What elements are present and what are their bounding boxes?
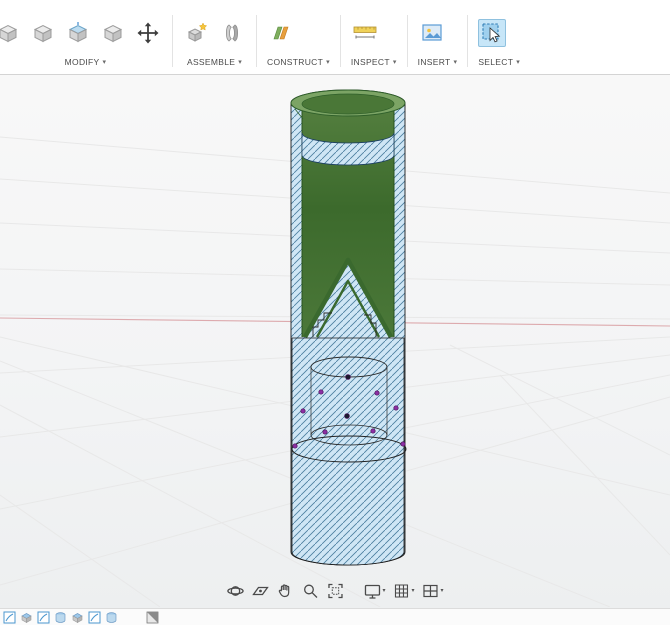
- timeline-extrude-icon[interactable]: [20, 611, 33, 624]
- display-settings-button[interactable]: ▾: [361, 580, 387, 602]
- inspect-menu-button[interactable]: INSPECT ▾: [351, 55, 397, 69]
- orbit-button[interactable]: [224, 580, 246, 602]
- model-top-bore: [302, 94, 394, 114]
- measure-icon[interactable]: [351, 19, 379, 47]
- insert-menu-button[interactable]: INSERT ▾: [418, 55, 458, 69]
- insert-image-icon[interactable]: [418, 19, 446, 47]
- toolbar-group-assemble: ASSEMBLE ▾: [174, 0, 255, 74]
- construct-menu-button[interactable]: CONSTRUCT ▾: [267, 55, 330, 69]
- fit-button[interactable]: [324, 580, 346, 602]
- timeline-bar: [0, 608, 670, 625]
- toolbar-divider: [340, 15, 341, 67]
- select-menu-label: SELECT: [478, 57, 513, 67]
- construct-icons: [267, 11, 330, 55]
- inspect-icons: [351, 11, 397, 55]
- timeline-section-analysis-icon[interactable]: [146, 611, 159, 624]
- toolbar-group-construct: CONSTRUCT ▾: [258, 0, 339, 74]
- modify-menu-label: MODIFY: [65, 57, 100, 67]
- viewport-canvas[interactable]: ▾ ▾ ▾: [0, 75, 670, 608]
- navigation-bar: ▾ ▾ ▾: [220, 578, 449, 604]
- fusion-window: MODIFY ▾ ASSEMBLE ▾: [0, 0, 670, 625]
- joint-icon[interactable]: [218, 19, 246, 47]
- assemble-menu-label: ASSEMBLE: [187, 57, 235, 67]
- chevron-down-icon: ▾: [238, 58, 242, 66]
- top-toolbar: MODIFY ▾ ASSEMBLE ▾: [0, 0, 670, 75]
- viewport-scene: [0, 75, 670, 607]
- toolbar-group-inspect: INSPECT ▾: [342, 0, 406, 74]
- pan-button[interactable]: [274, 580, 296, 602]
- chevron-down-icon: ▾: [393, 58, 397, 66]
- toolbar-group-select: SELECT ▾: [469, 0, 529, 74]
- zoom-button[interactable]: [299, 580, 321, 602]
- chevron-down-icon: ▾: [454, 58, 458, 66]
- chevron-down-icon: ▾: [516, 58, 520, 66]
- toolbar-divider: [467, 15, 468, 67]
- cube-tool-icon[interactable]: [29, 19, 57, 47]
- insert-icons: [418, 11, 458, 55]
- chevron-down-icon: ▾: [441, 588, 444, 594]
- timeline-sketch-icon[interactable]: [3, 611, 16, 624]
- chevron-down-icon: ▾: [411, 588, 414, 594]
- select-menu-button[interactable]: SELECT ▾: [478, 55, 520, 69]
- viewports-button[interactable]: ▾: [420, 580, 446, 602]
- assemble-menu-button[interactable]: ASSEMBLE ▾: [183, 55, 246, 69]
- toolbar-group-modify: MODIFY ▾: [0, 0, 171, 74]
- new-component-icon[interactable]: [183, 19, 211, 47]
- timeline-sketch-icon[interactable]: [37, 611, 50, 624]
- construct-menu-label: CONSTRUCT: [267, 57, 323, 67]
- cube-tool-icon[interactable]: [0, 19, 22, 47]
- timeline-cylinder-icon[interactable]: [105, 611, 118, 624]
- select-cursor-icon[interactable]: [478, 19, 506, 47]
- select-icons: [478, 11, 520, 55]
- toolbar-divider: [172, 15, 173, 67]
- look-at-button[interactable]: [249, 580, 271, 602]
- section-model[interactable]: [291, 90, 406, 565]
- insert-menu-label: INSERT: [418, 57, 451, 67]
- toolbar-group-insert: INSERT ▾: [409, 0, 467, 74]
- assemble-icons: [183, 11, 246, 55]
- modify-icons: [9, 11, 162, 55]
- chevron-down-icon: ▾: [382, 588, 385, 594]
- move-icon[interactable]: [134, 19, 162, 47]
- inspect-menu-label: INSPECT: [351, 57, 390, 67]
- cube-tool-icon[interactable]: [99, 19, 127, 47]
- chevron-down-icon: ▾: [326, 58, 330, 66]
- grid-and-snaps-button[interactable]: ▾: [390, 580, 416, 602]
- toolbar-divider: [407, 15, 408, 67]
- timeline-sketch-icon[interactable]: [88, 611, 101, 624]
- toolbar-divider: [256, 15, 257, 67]
- timeline-cylinder-icon[interactable]: [54, 611, 67, 624]
- construction-plane-icon[interactable]: [267, 19, 295, 47]
- timeline-extrude-icon[interactable]: [71, 611, 84, 624]
- chevron-down-icon: ▾: [103, 58, 107, 66]
- press-pull-icon[interactable]: [64, 19, 92, 47]
- modify-menu-button[interactable]: MODIFY ▾: [9, 55, 162, 69]
